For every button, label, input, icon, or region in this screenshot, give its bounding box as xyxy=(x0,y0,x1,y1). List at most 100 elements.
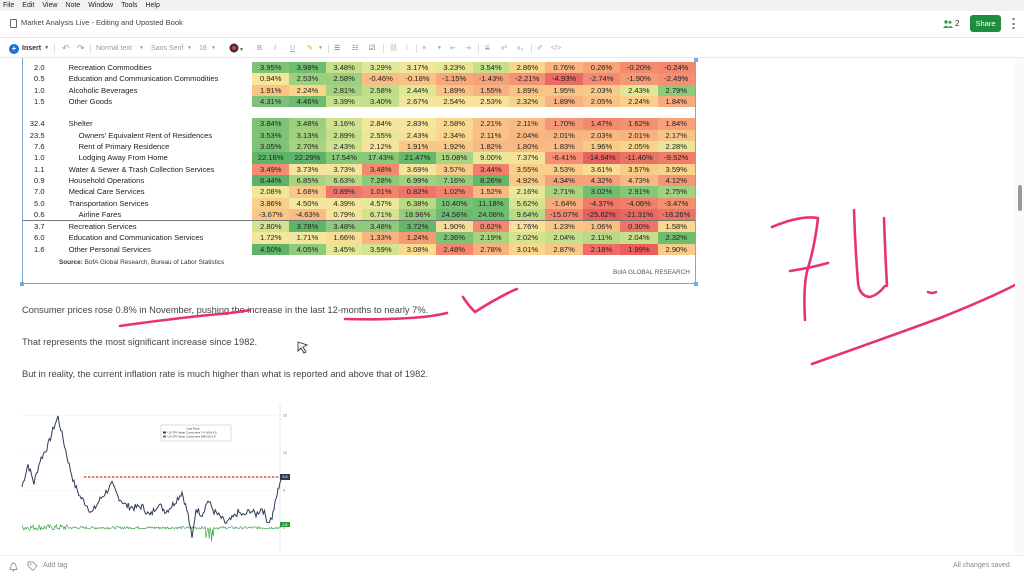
menu-window[interactable]: Window xyxy=(88,0,113,11)
menu-note[interactable]: Note xyxy=(65,0,80,11)
link-icon[interactable]: ⛓ xyxy=(389,43,398,54)
scrollbar-thumb[interactable] xyxy=(1018,185,1022,211)
heat-cell: 3.86% xyxy=(252,197,290,209)
legend-item-mom: US CPI Urban Consumers M/M SA 0.8 xyxy=(168,435,216,439)
more-options-icon[interactable] xyxy=(1012,18,1015,29)
heat-cell: 6.63% xyxy=(325,174,363,187)
category-label: Rent of Primary Residence xyxy=(78,142,170,152)
weight-cell: 1.1 xyxy=(34,164,45,174)
underline-icon[interactable]: U xyxy=(290,43,295,54)
weight-cell: 2.0 xyxy=(34,63,45,72)
menu-edit[interactable]: Edit xyxy=(22,0,34,11)
style-select[interactable]: Normal text xyxy=(96,43,132,54)
heat-cell: 8.44% xyxy=(252,174,290,187)
heat-cell: 4.31% xyxy=(252,95,290,108)
heat-cell: 3.61% xyxy=(582,163,621,175)
collaborators[interactable]: 2 xyxy=(943,19,959,28)
heat-cell: 3.55% xyxy=(509,163,546,175)
heat-cell: 1.58% xyxy=(657,220,695,233)
category-label: Education and Communication Commodities xyxy=(68,74,219,84)
heat-cell: 2.58% xyxy=(362,84,400,96)
bell-icon[interactable] xyxy=(9,562,18,572)
table-row: 3.7 Recreation Services 2.80% 3.78% 3.48% 3.4… xyxy=(23,220,695,233)
superscript-icon[interactable]: x² xyxy=(501,43,507,54)
heat-cell: 0.79% xyxy=(325,208,363,221)
heat-cell: 3.16% xyxy=(325,118,363,130)
paperclip-icon[interactable]: ⌇ xyxy=(405,43,408,54)
heat-cell: 2.04% xyxy=(545,232,583,244)
resize-handle[interactable] xyxy=(20,282,24,286)
heat-cell: 0.94% xyxy=(252,73,290,85)
highlight-icon[interactable]: ✎ xyxy=(307,43,313,54)
undo-icon[interactable]: ↶ xyxy=(62,43,70,54)
heat-cell: 2.08% xyxy=(252,186,290,198)
checklist-icon[interactable]: ☑ xyxy=(369,43,375,54)
strikethrough-icon[interactable]: S xyxy=(485,43,490,54)
text-color-icon[interactable]: ▼ xyxy=(229,42,244,53)
share-button[interactable]: Share xyxy=(970,15,1001,32)
heat-cell: 2.87% xyxy=(545,243,583,256)
italic-icon[interactable]: I xyxy=(274,43,276,54)
weight-cell: 1.0 xyxy=(34,153,45,163)
heat-cell: -2.21% xyxy=(509,73,546,85)
bofa-watermark: BofA GLOBAL RESEARCH xyxy=(613,269,690,276)
toolbar-divider xyxy=(54,44,55,53)
inflation-line-chart[interactable]: 151050 6.8 0.8 Last Price US CPI Urban C… xyxy=(18,402,294,554)
insert-button[interactable]: + Insert ▼ xyxy=(9,43,49,54)
heat-cell: 2.78% xyxy=(472,243,510,256)
heat-cell: 2.81% xyxy=(325,84,363,96)
size-select[interactable]: 16 xyxy=(199,43,207,54)
numbered-list-icon[interactable]: ☷ xyxy=(352,43,358,54)
scrollbar-track[interactable] xyxy=(1015,58,1024,554)
font-select[interactable]: Sans Serif xyxy=(151,43,183,54)
subscript-icon[interactable]: x₂ xyxy=(517,43,523,54)
heat-cell: 3.45% xyxy=(325,243,363,256)
heat-cell: -0.24% xyxy=(657,62,695,74)
heat-cell: 3.13% xyxy=(289,129,326,142)
menu-help[interactable]: Help xyxy=(145,0,159,11)
menu-view[interactable]: View xyxy=(42,0,57,11)
people-icon xyxy=(943,19,953,28)
align-icon[interactable]: ≡ xyxy=(422,43,426,54)
source-note: Source: BofA Global Research, Bureau of … xyxy=(59,259,225,266)
heat-cell: 2.91% xyxy=(620,186,658,198)
heat-cell: 7.28% xyxy=(362,174,400,187)
resize-handle[interactable] xyxy=(694,282,698,286)
category-label: Shelter xyxy=(68,119,93,129)
paragraph-3[interactable]: But in reality, the current inflation ra… xyxy=(22,369,428,379)
heat-cell: 3.59% xyxy=(657,163,695,175)
bold-icon[interactable]: B xyxy=(257,43,262,54)
heat-cell: 2.19% xyxy=(472,232,510,244)
paragraph-2[interactable]: That represents the most significant inc… xyxy=(22,337,257,347)
menu-file[interactable]: File xyxy=(3,0,14,11)
resize-handle[interactable] xyxy=(694,58,698,62)
add-tag-button[interactable]: Add tag xyxy=(43,562,67,569)
menu-tools[interactable]: Tools xyxy=(121,0,137,11)
table-row: 5.0 Transportation Services 3.86% 4.50% 4.39… xyxy=(23,197,695,209)
indent-icon[interactable]: ⇤ xyxy=(450,43,456,54)
code-icon[interactable]: </> xyxy=(551,43,561,54)
redo-icon[interactable]: ↷ xyxy=(77,43,85,54)
toolbar-divider xyxy=(478,44,479,53)
heat-cell: 4.50% xyxy=(289,197,326,209)
heat-cell: 2.55% xyxy=(362,129,400,142)
pen-icon[interactable]: ✐ xyxy=(537,43,543,54)
heat-cell: -4.06% xyxy=(620,197,658,209)
table-row: 1.1 Water & Sewer & Trash Collection Serv… xyxy=(23,163,695,175)
heat-cell: 1.33% xyxy=(362,232,400,244)
cpi-heatmap-table: 2.0 Recreation Commodities 3.95% 3.98% 3.48%… xyxy=(23,62,695,256)
handwriting-stroke xyxy=(882,216,889,288)
outdent-icon[interactable]: ⇥ xyxy=(465,43,471,54)
tag-icon[interactable] xyxy=(27,561,38,572)
cpi-heatmap-embed[interactable]: 2.0 Recreation Commodities 3.95% 3.98% 3.48%… xyxy=(22,58,696,284)
heat-cell: 1.95% xyxy=(545,84,583,96)
heat-cell: 0.89% xyxy=(325,186,363,198)
bulleted-list-icon[interactable]: ☰ xyxy=(334,43,340,54)
chevron-down-icon: ▼ xyxy=(187,45,192,51)
heat-cell: 3.48% xyxy=(289,118,326,130)
heat-cell: 5.62% xyxy=(509,197,546,209)
svg-text:▼: ▼ xyxy=(239,47,243,53)
paragraph-1[interactable]: Consumer prices rose 0.8% in November, p… xyxy=(22,305,428,315)
heat-cell: 2.11% xyxy=(582,232,621,244)
heat-cell: 2.18% xyxy=(582,243,621,256)
